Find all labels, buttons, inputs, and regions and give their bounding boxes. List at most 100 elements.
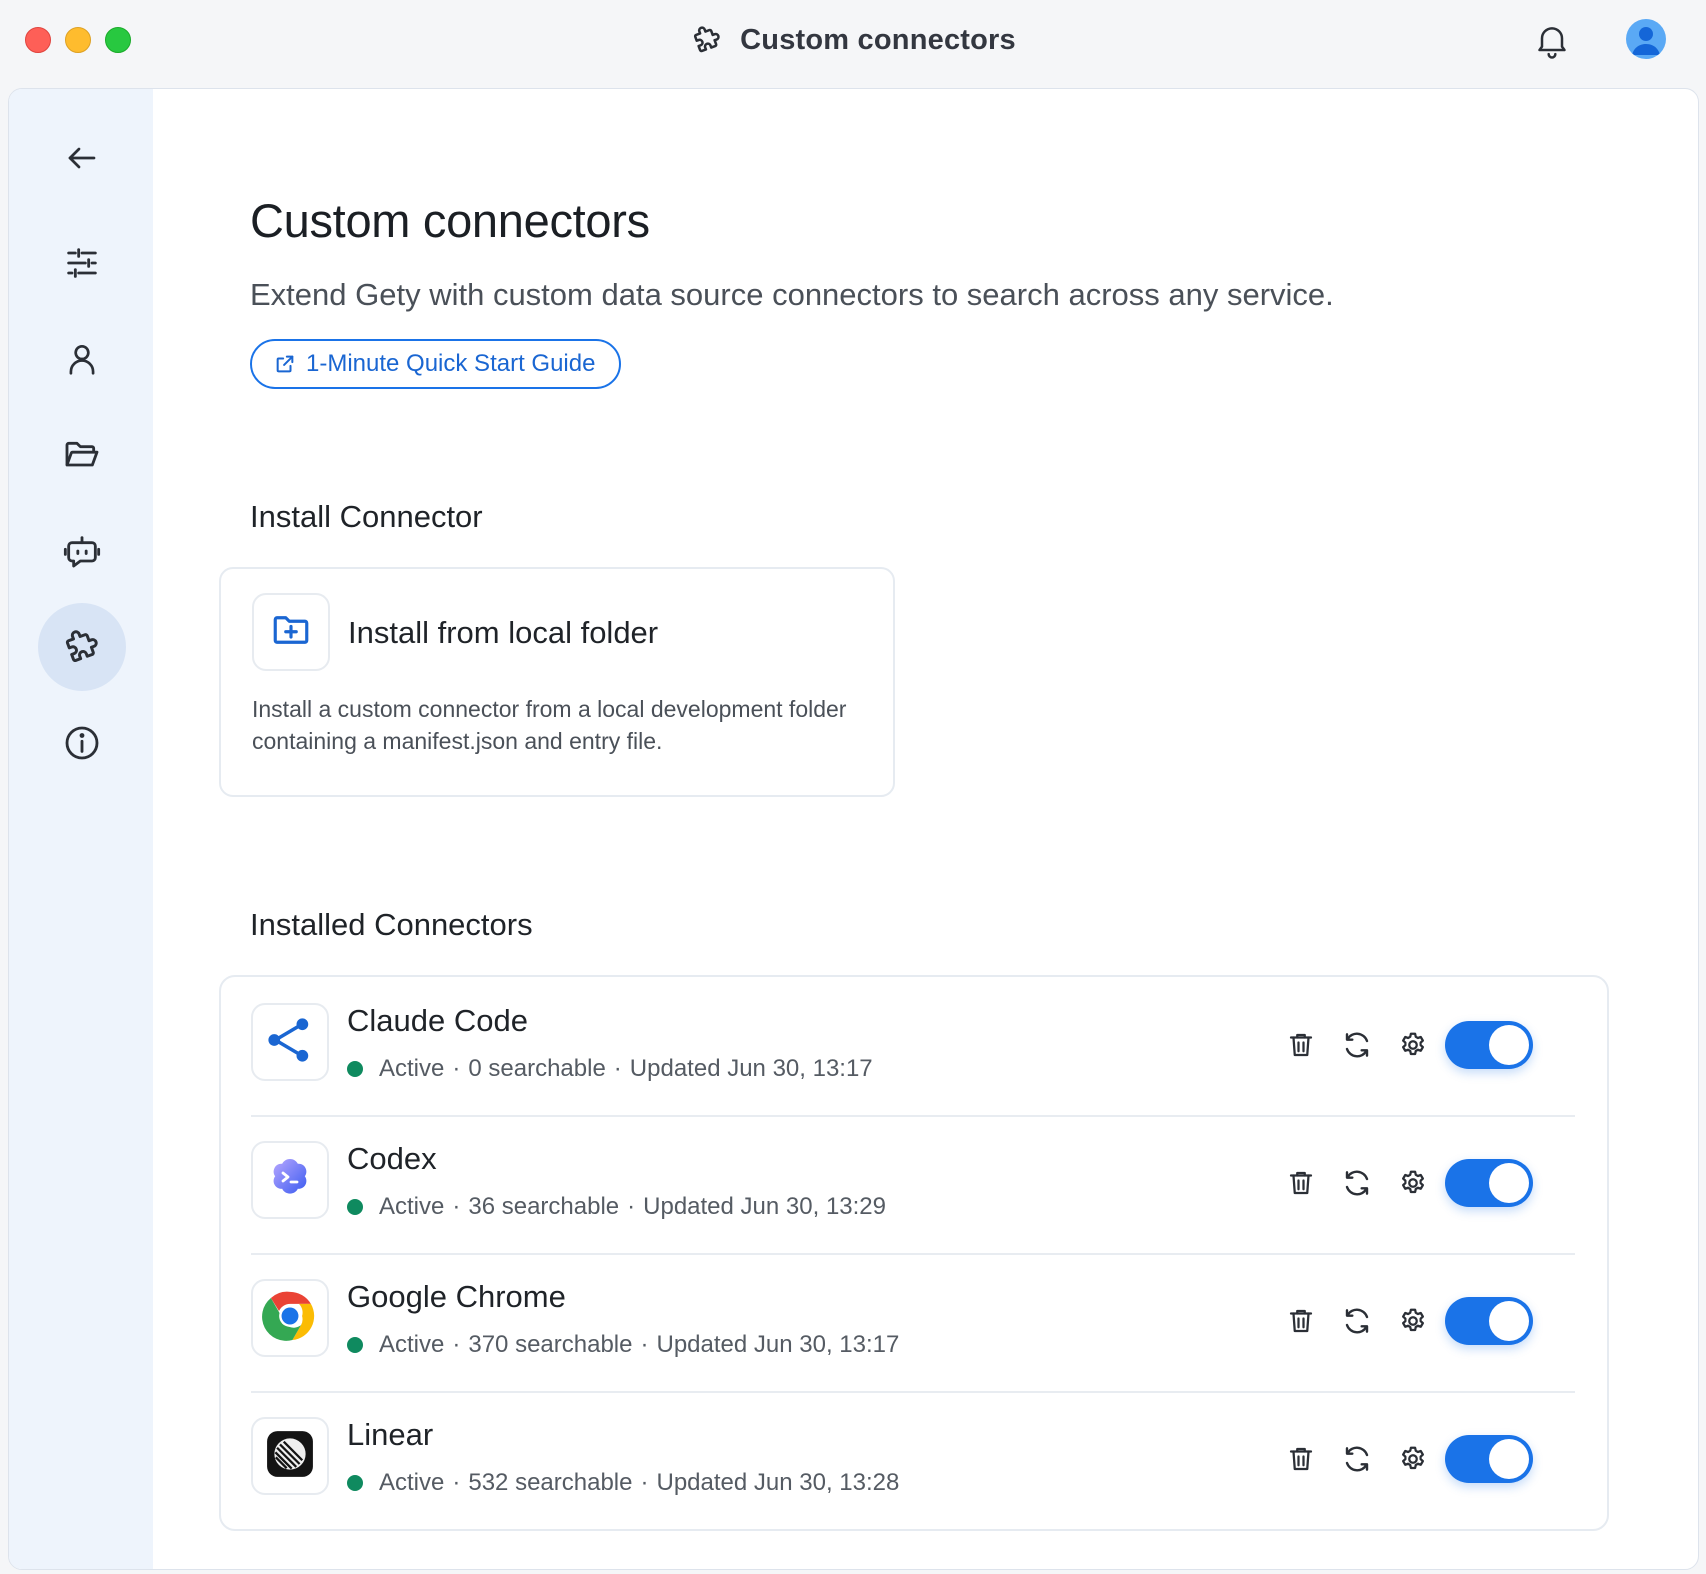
connector-status: Active [379, 1055, 445, 1082]
sidebar [9, 89, 153, 1569]
connector-updated: Updated Jun 30, 13:17 [656, 1331, 900, 1358]
gear-icon [1398, 1030, 1428, 1060]
trash-icon [1286, 1030, 1316, 1060]
connector-actions [1273, 1017, 1533, 1073]
toggle-knob [1489, 1025, 1529, 1065]
bot-icon [62, 531, 102, 571]
sliders-icon [62, 243, 102, 283]
page-subtitle: Extend Gety with custom data source conn… [250, 277, 1334, 312]
status-dot-icon [347, 1199, 363, 1215]
connector-icon-box [251, 1003, 329, 1081]
connector-actions [1273, 1155, 1533, 1211]
avatar[interactable] [1626, 19, 1666, 59]
connector-name: Linear [347, 1417, 434, 1452]
list-item: Codex Active · 36 searchable · Updated J… [251, 1115, 1575, 1253]
trash-icon [1286, 1168, 1316, 1198]
refresh-icon [1341, 1029, 1373, 1061]
connector-actions [1273, 1431, 1533, 1487]
install-local-folder-card[interactable]: Install from local folder Install a cust… [219, 567, 895, 797]
connector-settings-button[interactable] [1385, 1155, 1441, 1211]
toggle-knob [1489, 1301, 1529, 1341]
connector-updated: Updated Jun 30, 13:28 [656, 1469, 900, 1496]
connector-meta: Active · 36 searchable · Updated Jun 30,… [347, 1193, 886, 1221]
trash-icon [1286, 1306, 1316, 1336]
main-window: Custom connectors Extend Gety with custo… [8, 88, 1699, 1570]
connector-actions [1273, 1293, 1533, 1349]
connector-meta: Active · 370 searchable · Updated Jun 30… [347, 1331, 899, 1359]
connector-searchable: 532 searchable [468, 1469, 633, 1496]
quick-start-guide-label: 1-Minute Quick Start Guide [306, 350, 596, 377]
sync-button[interactable] [1329, 1293, 1385, 1349]
installed-connectors-list: Claude Code Active · 0 searchable · Upda… [219, 975, 1609, 1531]
folder-plus-icon [270, 609, 312, 656]
install-card-title: Install from local folder [348, 615, 659, 650]
connector-icon-box [251, 1141, 329, 1219]
delete-button[interactable] [1273, 1155, 1329, 1211]
notifications-bell-icon[interactable] [1532, 20, 1572, 65]
connector-status: Active [379, 1469, 445, 1496]
enable-toggle[interactable] [1445, 1297, 1533, 1345]
connector-meta: Active · 0 searchable · Updated Jun 30, … [347, 1055, 873, 1083]
folder-open-icon [62, 435, 102, 475]
sidebar-item-assistant[interactable] [38, 507, 126, 595]
connector-searchable: 370 searchable [468, 1331, 633, 1358]
gear-icon [1398, 1168, 1428, 1198]
connector-searchable: 36 searchable [468, 1193, 620, 1220]
connector-status: Active [379, 1331, 445, 1358]
sync-button[interactable] [1329, 1017, 1385, 1073]
trash-icon [1286, 1444, 1316, 1474]
share-nodes-icon [263, 1013, 317, 1072]
connector-settings-button[interactable] [1385, 1431, 1441, 1487]
sync-button[interactable] [1329, 1431, 1385, 1487]
delete-button[interactable] [1273, 1017, 1329, 1073]
sidebar-item-settings[interactable] [38, 219, 126, 307]
connector-settings-button[interactable] [1385, 1017, 1441, 1073]
user-icon [63, 340, 101, 378]
install-section-title: Install Connector [250, 499, 483, 534]
main-content: Custom connectors Extend Gety with custo… [153, 89, 1698, 1569]
refresh-icon [1341, 1167, 1373, 1199]
install-icon-box [252, 593, 330, 671]
connector-updated: Updated Jun 30, 13:17 [629, 1055, 873, 1082]
connector-settings-button[interactable] [1385, 1293, 1441, 1349]
sidebar-item-connectors[interactable] [38, 603, 126, 691]
sidebar-item-back[interactable] [38, 114, 126, 202]
separator: · [640, 1469, 649, 1496]
sidebar-item-account[interactable] [38, 315, 126, 403]
page-title: Custom connectors [250, 194, 650, 247]
toggle-knob [1489, 1163, 1529, 1203]
status-dot-icon [347, 1061, 363, 1077]
linear-icon [265, 1429, 315, 1484]
sync-button[interactable] [1329, 1155, 1385, 1211]
separator: · [452, 1193, 461, 1220]
connector-status: Active [379, 1193, 445, 1220]
delete-button[interactable] [1273, 1293, 1329, 1349]
status-dot-icon [347, 1337, 363, 1353]
title-bar: Custom connectors [0, 0, 1706, 86]
connector-updated: Updated Jun 30, 13:29 [643, 1193, 886, 1220]
separator: · [640, 1331, 649, 1358]
enable-toggle[interactable] [1445, 1159, 1533, 1207]
install-card-description: Install a custom connector from a local … [252, 696, 847, 754]
enable-toggle[interactable] [1445, 1021, 1533, 1069]
refresh-icon [1341, 1443, 1373, 1475]
connector-name: Codex [347, 1141, 437, 1176]
refresh-icon [1341, 1305, 1373, 1337]
connector-meta: Active · 532 searchable · Updated Jun 30… [347, 1469, 899, 1497]
chrome-icon [261, 1287, 319, 1350]
quick-start-guide-button[interactable]: 1-Minute Quick Start Guide [250, 339, 622, 389]
installed-section-title: Installed Connectors [250, 907, 533, 942]
connector-name: Claude Code [347, 1003, 528, 1038]
sidebar-item-about[interactable] [38, 699, 126, 787]
separator: · [452, 1469, 461, 1496]
list-item: Linear Active · 532 searchable · Updated… [251, 1391, 1575, 1529]
enable-toggle[interactable] [1445, 1435, 1533, 1483]
separator: · [452, 1055, 461, 1082]
puzzle-icon [690, 23, 724, 57]
status-dot-icon [347, 1475, 363, 1491]
list-item: Claude Code Active · 0 searchable · Upda… [251, 977, 1575, 1115]
connector-icon-box [251, 1279, 329, 1357]
list-item: Google Chrome Active · 370 searchable · … [251, 1253, 1575, 1391]
sidebar-item-folders[interactable] [38, 411, 126, 499]
delete-button[interactable] [1273, 1431, 1329, 1487]
